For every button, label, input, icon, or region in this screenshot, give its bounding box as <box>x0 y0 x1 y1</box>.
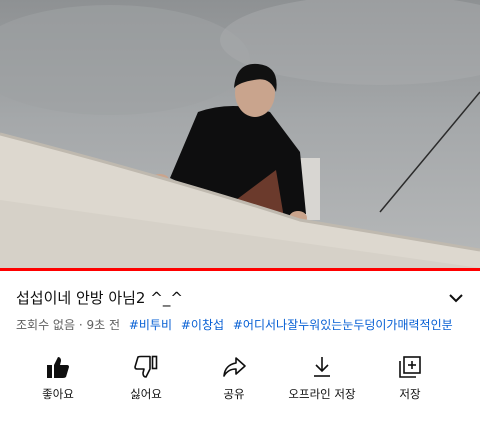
share-button[interactable]: 공유 <box>188 350 280 406</box>
hashtag-link[interactable]: #어디서나잘누워있는눈두덩이가매력적인분 <box>233 316 453 334</box>
like-button[interactable]: 좋아요 <box>12 350 104 406</box>
save-button[interactable]: 저장 <box>364 350 456 406</box>
action-bar: 좋아요 싫어요 공유 오프라인 저장 저장 <box>0 350 480 410</box>
share-label: 공유 <box>223 387 245 401</box>
like-label: 좋아요 <box>42 387 74 401</box>
offline-save-label: 오프라인 저장 <box>288 387 356 401</box>
video-frame <box>0 0 480 268</box>
dislike-button[interactable]: 싫어요 <box>100 350 192 406</box>
thumbs-down-icon <box>134 355 158 378</box>
thumbs-up-icon <box>47 357 69 378</box>
save-label: 저장 <box>399 387 421 401</box>
video-meta: 조회수 없음 · 9초 전 #비투비 #이창섭 #어디서나잘누워있는눈두덩이가매… <box>16 316 476 334</box>
progress-bar-fill <box>0 268 480 271</box>
video-player[interactable] <box>0 0 480 268</box>
chevron-down-icon[interactable] <box>446 290 466 306</box>
offline-save-button[interactable]: 오프라인 저장 <box>276 350 368 406</box>
video-title: 섭섭이네 안방 아님2 ^_^ <box>16 289 183 307</box>
progress-bar[interactable] <box>0 268 480 271</box>
share-icon <box>223 357 246 377</box>
dislike-label: 싫어요 <box>130 387 162 401</box>
title-row[interactable]: 섭섭이네 안방 아님2 ^_^ <box>16 287 466 309</box>
hashtag-link[interactable]: #이창섭 <box>181 316 224 334</box>
view-count-and-time: 조회수 없음 · 9초 전 <box>16 318 120 332</box>
download-icon <box>314 357 330 377</box>
add-to-playlist-icon <box>399 356 421 378</box>
hashtag-link[interactable]: #비투비 <box>129 316 172 334</box>
